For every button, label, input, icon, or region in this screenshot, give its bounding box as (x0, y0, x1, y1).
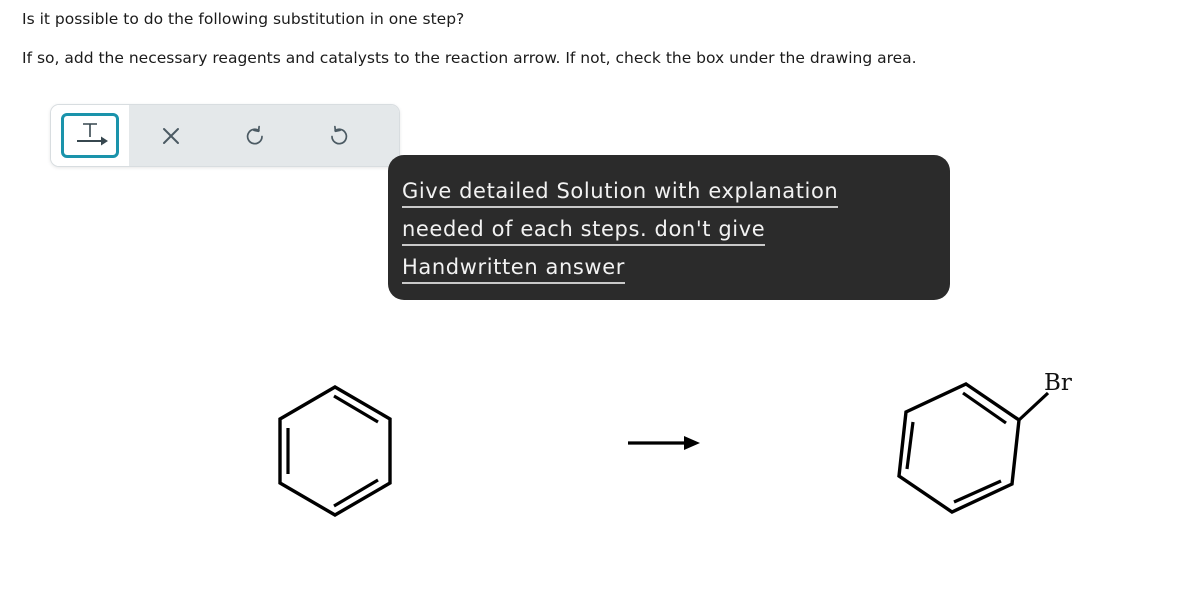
product-substituent-label: Br (1044, 370, 1072, 396)
reaction-drawing-area[interactable]: Br (0, 330, 1200, 560)
reaction-arrow[interactable] (628, 436, 700, 450)
reaction-arrow-text-tool[interactable] (61, 113, 119, 158)
product-bromobenzene-structure (897, 382, 1050, 514)
reaction-scheme (278, 382, 1050, 517)
drawing-toolbar (50, 104, 400, 167)
clear-tool[interactable] (129, 105, 213, 166)
overlay-note: Give detailed Solution with explanation … (388, 155, 950, 300)
overlay-note-line-3: Handwritten answer (402, 255, 625, 284)
close-x-icon (160, 125, 182, 147)
toolbar-primary-group (51, 105, 129, 166)
reactant-benzene-structure (278, 385, 392, 517)
overlay-note-line-1: Give detailed Solution with explanation (402, 179, 839, 208)
undo-tool[interactable] (213, 105, 297, 166)
redo-tool[interactable] (297, 105, 381, 166)
overlay-note-line-2: needed of each steps. don't give (402, 217, 766, 246)
text-over-arrow-icon (70, 118, 110, 154)
redo-arrow-icon (327, 124, 351, 148)
question-line-2: If so, add the necessary reagents and ca… (22, 49, 917, 67)
toolbar-actions-group (129, 105, 399, 166)
undo-arrow-icon (243, 124, 267, 148)
question-prompt: Is it possible to do the following subst… (22, 6, 1172, 71)
question-line-1: Is it possible to do the following subst… (22, 10, 465, 28)
